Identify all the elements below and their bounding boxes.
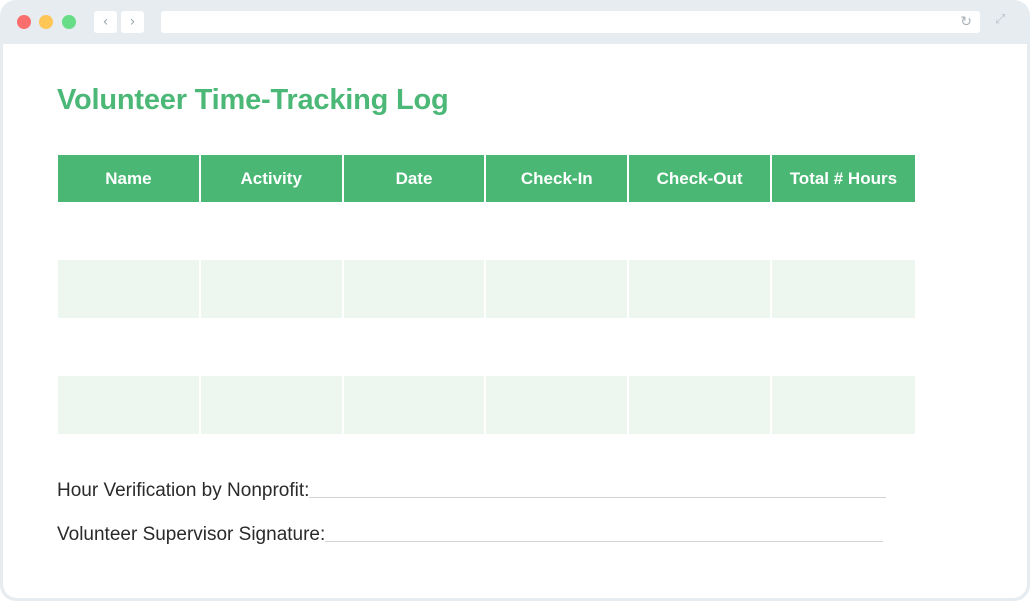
- column-header-activity: Activity: [200, 155, 344, 202]
- supervisor-signature-line[interactable]: [325, 541, 884, 542]
- table-cell[interactable]: [486, 376, 630, 434]
- column-header-total-hours: Total # Hours: [771, 155, 915, 202]
- table-cell[interactable]: [58, 202, 201, 260]
- table-cell[interactable]: [343, 260, 487, 318]
- table-cell[interactable]: [771, 260, 915, 318]
- table-header-row: Name Activity Date Check-In Check-Out To…: [58, 155, 915, 202]
- table-row: [58, 376, 915, 434]
- table-cell[interactable]: [344, 202, 487, 260]
- column-header-check-in: Check-In: [486, 155, 630, 202]
- reload-icon[interactable]: ↻: [960, 11, 972, 33]
- supervisor-signature-label: Volunteer Supervisor Signature:: [57, 524, 326, 545]
- table-cell[interactable]: [772, 202, 915, 260]
- table-row: [58, 260, 915, 318]
- chevron-left-icon: ‹: [102, 14, 109, 30]
- table-cell[interactable]: [201, 202, 344, 260]
- table-cell[interactable]: [201, 318, 344, 376]
- maximize-window-button[interactable]: [62, 15, 76, 29]
- hour-verification-signature-line[interactable]: [309, 497, 887, 498]
- hour-verification-label: Hour Verification by Nonprofit:: [57, 480, 310, 501]
- address-bar[interactable]: ↻: [161, 11, 980, 33]
- time-log-table: Name Activity Date Check-In Check-Out To…: [58, 155, 915, 434]
- forward-button[interactable]: ›: [121, 11, 144, 33]
- table-cell[interactable]: [58, 318, 201, 376]
- table-cell[interactable]: [771, 376, 915, 434]
- table-cell[interactable]: [629, 202, 772, 260]
- table-cell[interactable]: [344, 318, 487, 376]
- expand-icon[interactable]: ⤢: [995, 12, 1005, 27]
- column-header-name: Name: [58, 155, 201, 202]
- table-cell[interactable]: [343, 376, 487, 434]
- table-row: [58, 202, 915, 260]
- supervisor-signature-field: Volunteer Supervisor Signature:: [57, 524, 884, 546]
- page-content: Volunteer Time-Tracking Log Name Activit…: [3, 44, 1027, 598]
- table-cell[interactable]: [58, 260, 201, 318]
- column-header-check-out: Check-Out: [629, 155, 772, 202]
- back-button[interactable]: ‹: [94, 11, 117, 33]
- table-cell[interactable]: [58, 376, 201, 434]
- table-cell[interactable]: [200, 260, 344, 318]
- table-cell[interactable]: [486, 202, 630, 260]
- table-cell[interactable]: [200, 376, 344, 434]
- minimize-window-button[interactable]: [39, 15, 53, 29]
- table-cell[interactable]: [486, 318, 630, 376]
- chevron-right-icon: ›: [129, 14, 136, 30]
- table-cell[interactable]: [629, 376, 772, 434]
- browser-titlebar: ‹ › ↻ ⤢: [0, 0, 1030, 44]
- table-cell[interactable]: [486, 260, 630, 318]
- table-row: [58, 318, 915, 376]
- table-cell[interactable]: [629, 260, 772, 318]
- table-cell[interactable]: [629, 318, 772, 376]
- page-title: Volunteer Time-Tracking Log: [57, 84, 449, 116]
- table-cell[interactable]: [772, 318, 915, 376]
- browser-window: ‹ › ↻ ⤢ Volunteer Time-Tracking Log Name…: [0, 0, 1030, 601]
- column-header-date: Date: [343, 155, 487, 202]
- close-window-button[interactable]: [17, 15, 31, 29]
- hour-verification-field: Hour Verification by Nonprofit:: [57, 480, 887, 502]
